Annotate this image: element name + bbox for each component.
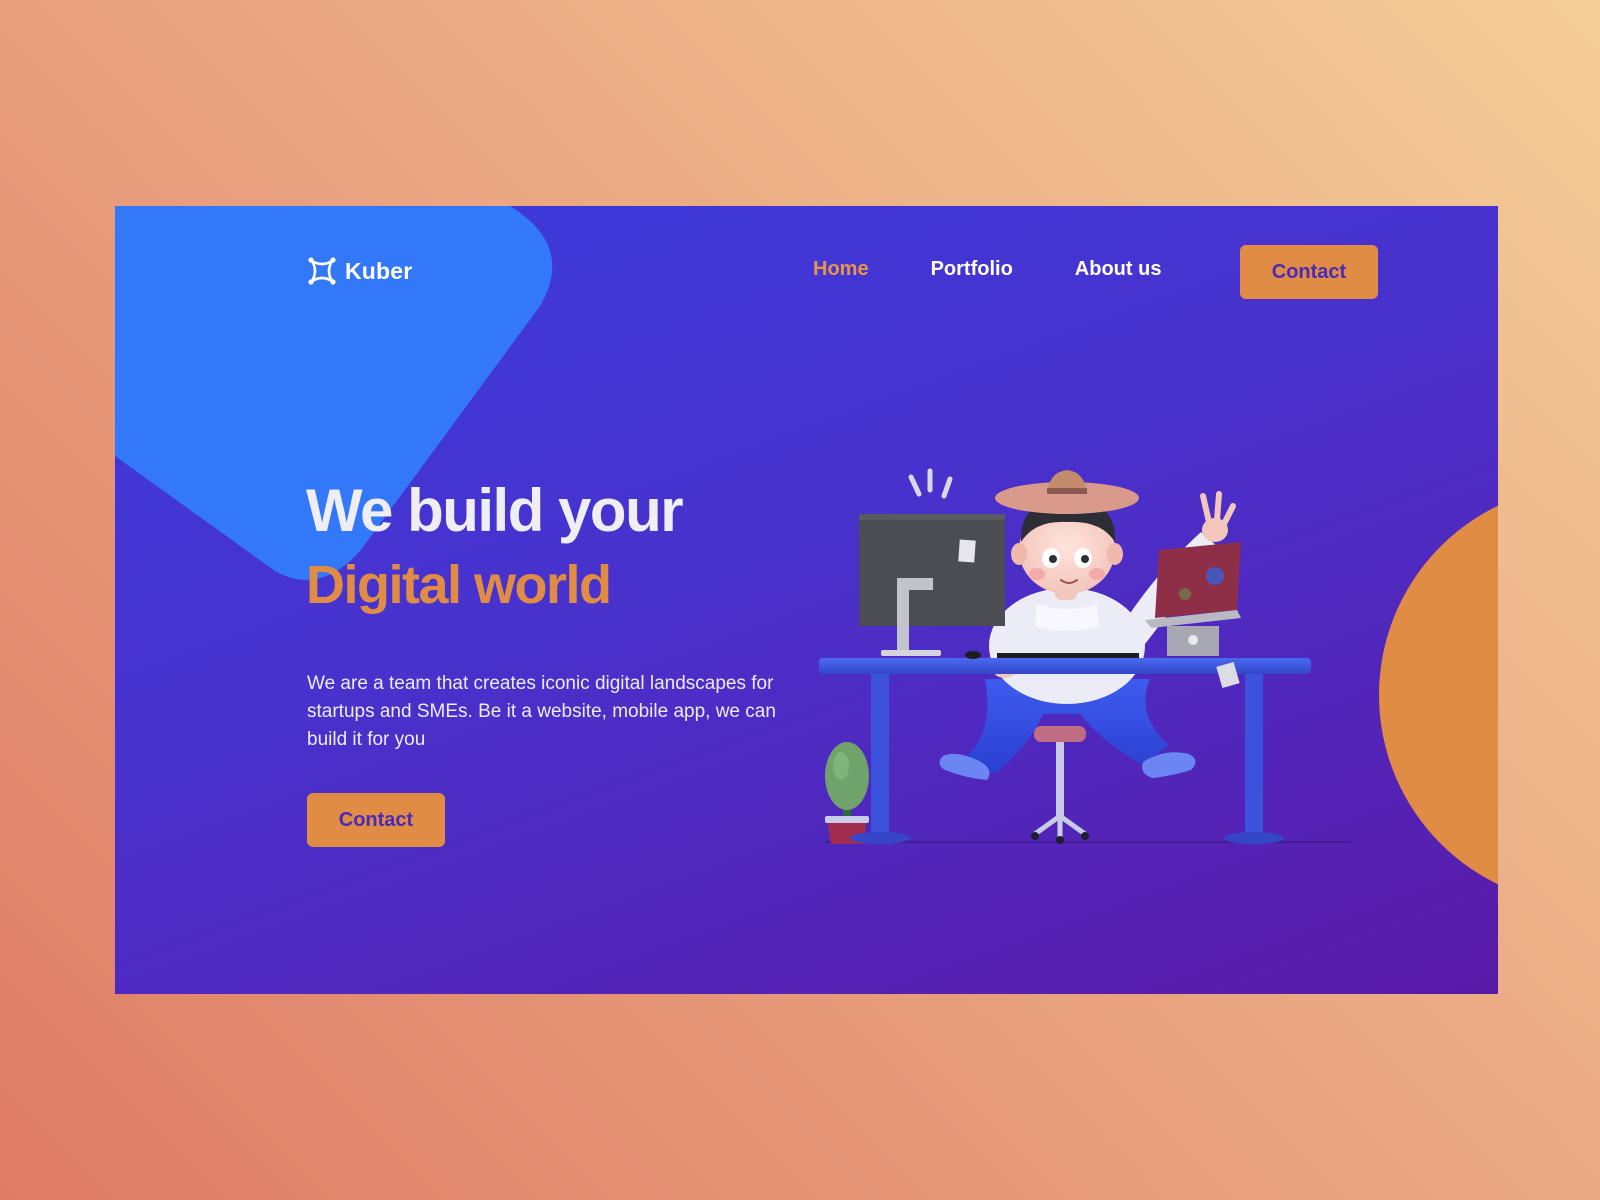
- brand-name: Kuber: [345, 257, 413, 284]
- waving-hand-icon: [1200, 491, 1236, 542]
- hero-description: We are a team that creates iconic digita…: [307, 673, 776, 750]
- nav-home-link[interactable]: Home: [813, 258, 869, 281]
- header-contact-button[interactable]: Contact: [1240, 245, 1378, 299]
- landing-page-frame: Kuber Home Portfolio About us Contact We…: [115, 206, 1498, 994]
- hero-title-line2: Digital world: [306, 555, 612, 615]
- main-navigation: Home Portfolio About us: [813, 258, 1161, 281]
- potted-plant-icon: [825, 742, 869, 844]
- laptop-icon: [1145, 542, 1241, 656]
- nav-portfolio-link[interactable]: Portfolio: [931, 258, 1013, 281]
- excitement-marks-icon: [908, 468, 953, 499]
- sun-hat-icon: [995, 470, 1139, 514]
- desktop-monitor-icon: [859, 514, 1005, 656]
- developer-desk-illustration: [819, 468, 1350, 844]
- kuber-logo-icon: [308, 257, 336, 285]
- hero-contact-button[interactable]: Contact: [307, 793, 445, 847]
- nav-about-us-link[interactable]: About us: [1075, 258, 1162, 281]
- office-chair-icon: [1031, 726, 1089, 844]
- brand-logo[interactable]: Kuber: [307, 256, 412, 286]
- hero-title-line1: We build your: [306, 477, 684, 544]
